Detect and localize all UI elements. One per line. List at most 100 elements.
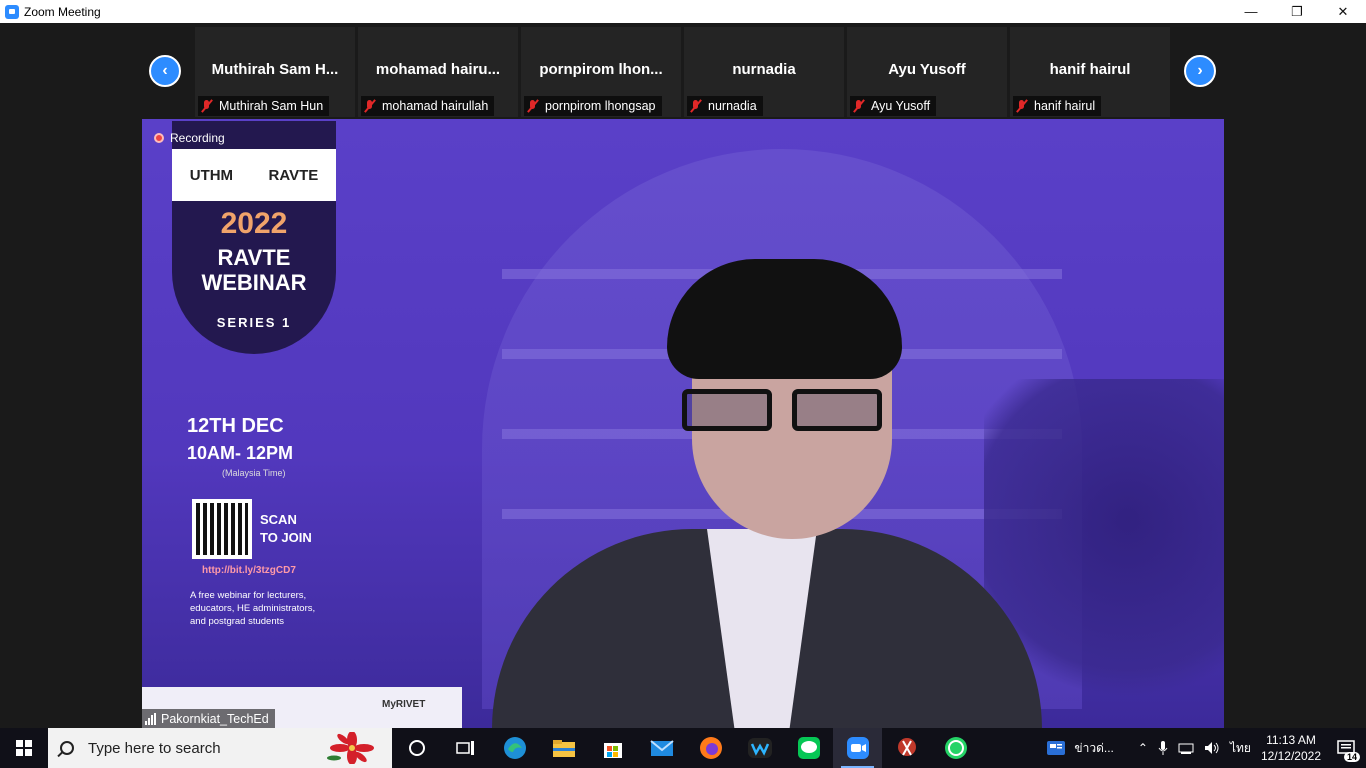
- store-icon: [603, 743, 622, 758]
- participant-tile[interactable]: Ayu Yusoff Ayu Yusoff: [847, 27, 1007, 117]
- microphone-tray-button[interactable]: [1153, 728, 1173, 768]
- language-indicator[interactable]: ไทย: [1225, 728, 1256, 768]
- recording-label: Recording: [170, 131, 225, 145]
- cortana-button[interactable]: [392, 728, 441, 768]
- mic-muted-icon: [690, 99, 702, 113]
- participant-tile[interactable]: nurnadia nurnadia: [684, 27, 844, 117]
- gallery-next-button[interactable]: ›: [1184, 55, 1216, 87]
- participant-gallery: ‹ Muthirah Sam H... Muthirah Sam Hun moh…: [0, 23, 1366, 119]
- taskbar-line[interactable]: [784, 728, 833, 768]
- participant-tile[interactable]: mohamad hairu... mohamad hairullah: [358, 27, 518, 117]
- action-center-button[interactable]: 14: [1326, 728, 1366, 768]
- recording-icon: [154, 133, 164, 143]
- taskbar-firefox[interactable]: [686, 728, 735, 768]
- participant-display-name: hanif hairul: [1049, 61, 1131, 78]
- news-icon: [1047, 741, 1066, 755]
- speaker-volume-icon: [1204, 742, 1219, 754]
- poster-series: SERIES 1: [216, 315, 292, 330]
- poster-timezone: (Malaysia Time): [222, 468, 286, 478]
- window-title: Zoom Meeting: [24, 4, 101, 19]
- window-controls: — ❐ ✕: [1228, 0, 1366, 23]
- show-hidden-icons-button[interactable]: ⌃: [1133, 728, 1153, 768]
- taskbar-whatsapp[interactable]: [931, 728, 980, 768]
- connection-signal-icon: [145, 712, 156, 725]
- participant-display-name: mohamad hairu...: [375, 61, 501, 78]
- network-tray-button[interactable]: [1173, 728, 1199, 768]
- gallery-previous-button[interactable]: ‹: [149, 55, 181, 87]
- cortana-circle-icon: [408, 740, 425, 756]
- recording-indicator[interactable]: Recording: [154, 131, 225, 145]
- poster-title: RAVTE WEBINAR: [201, 245, 307, 295]
- participant-tile[interactable]: pornpirom lhon... pornpirom lhongsap: [521, 27, 681, 117]
- participant-name-label: mohamad hairullah: [361, 96, 495, 116]
- search-input[interactable]: [88, 739, 308, 757]
- mic-muted-icon: [1016, 99, 1028, 113]
- chevron-up-icon: ⌃: [1137, 741, 1148, 755]
- ravte-logo: RAVTE: [268, 166, 319, 184]
- mic-muted-icon: [364, 99, 376, 113]
- taskbar-clock[interactable]: 11:13 AM 12/12/2022: [1256, 728, 1326, 768]
- participant-name-label: nurnadia: [687, 96, 763, 116]
- network-icon: [1178, 743, 1194, 754]
- participant-display-name: Ayu Yusoff: [888, 61, 966, 78]
- mic-muted-icon: [853, 99, 865, 113]
- taskbar-search[interactable]: [48, 728, 392, 768]
- edge-browser-icon: [503, 737, 526, 759]
- participant-display-name: nurnadia: [732, 61, 796, 78]
- task-view-icon: [455, 741, 474, 755]
- clock-time: 11:13 AM: [1266, 733, 1316, 747]
- close-button[interactable]: ✕: [1320, 0, 1366, 23]
- taskbar-webex[interactable]: [735, 728, 784, 768]
- news-label: ข่าวด่...: [1074, 740, 1114, 755]
- minimize-button[interactable]: —: [1228, 0, 1274, 23]
- speaker-name-label: Pakornkiat_TechEd: [142, 709, 275, 728]
- windows-logo-icon: [16, 740, 32, 756]
- volume-tray-button[interactable]: [1199, 728, 1225, 768]
- speaker-hair: [667, 259, 902, 379]
- participant-name-label: pornpirom lhongsap: [524, 96, 662, 116]
- taskbar-store[interactable]: [588, 728, 637, 768]
- webex-icon: [747, 738, 772, 758]
- zoom-app-icon: [5, 4, 19, 19]
- restore-button[interactable]: ❐: [1274, 0, 1320, 23]
- qr-code-icon: [192, 499, 252, 559]
- folder-icon: [552, 740, 575, 757]
- taskbar-zoom[interactable]: [833, 728, 882, 768]
- taskbar-file-explorer[interactable]: [539, 728, 588, 768]
- news-widget[interactable]: ข่าวด่...: [1041, 728, 1118, 768]
- task-view-button[interactable]: [441, 728, 490, 768]
- windows-taskbar: ข่าวด่... ⌃ ไทย 11:13 AM 12/12/2022 14: [0, 728, 1366, 768]
- poinsettia-doodle-icon: [327, 732, 374, 764]
- taskbar-edge[interactable]: [490, 728, 539, 768]
- microphone-icon: [1158, 741, 1168, 755]
- participant-name-label: Muthirah Sam Hun: [198, 96, 330, 116]
- mic-muted-icon: [201, 99, 213, 113]
- participant-display-name: pornpirom lhon...: [539, 61, 663, 78]
- poster-description: A free webinar for lecturers, educators,…: [190, 590, 316, 627]
- speaker-glasses: [682, 389, 882, 431]
- participant-name-label: hanif hairul: [1013, 96, 1102, 116]
- participant-tile[interactable]: hanif hairul hanif hairul: [1010, 27, 1170, 117]
- start-button[interactable]: [0, 728, 48, 768]
- webinar-poster: UTHM RAVTE 2022 RAVTE WEBINAR SERIES 1: [172, 121, 336, 354]
- poster-logos: UTHM RAVTE: [172, 149, 336, 201]
- firefox-icon: [699, 737, 722, 759]
- participant-tile[interactable]: Muthirah Sam H... Muthirah Sam Hun: [195, 27, 355, 117]
- taskbar-mail[interactable]: [637, 728, 686, 768]
- clock-date: 12/12/2022: [1260, 749, 1321, 763]
- participant-name-label: Ayu Yusoff: [850, 96, 937, 116]
- zoom-icon: [846, 737, 869, 759]
- active-speaker-video[interactable]: UTHM RAVTE 2022 RAVTE WEBINAR SERIES 1 1…: [142, 119, 1224, 728]
- search-icon: [60, 741, 74, 755]
- scissors-icon: [897, 738, 916, 756]
- uthm-logo: UTHM: [189, 166, 234, 184]
- poster-time: 10AM- 12PM: [187, 443, 294, 463]
- whatsapp-icon: [944, 737, 967, 759]
- taskbar-snipping-tool[interactable]: [882, 728, 931, 768]
- mic-muted-icon: [527, 99, 539, 113]
- line-app-icon: [797, 737, 820, 759]
- poster-year: 2022: [220, 207, 288, 240]
- participant-display-name: Muthirah Sam H...: [211, 61, 339, 78]
- title-bar: Zoom Meeting — ❐ ✕: [0, 0, 1366, 23]
- system-tray: ข่าวด่... ⌃ ไทย 11:13 AM 12/12/2022 14: [1041, 728, 1366, 768]
